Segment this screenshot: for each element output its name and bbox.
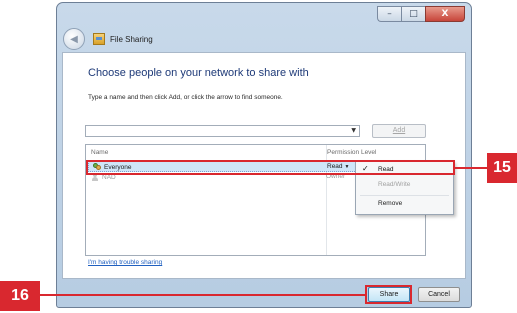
minimize-button[interactable]: –: [377, 6, 401, 22]
menu-item-remove[interactable]: Remove: [356, 198, 453, 211]
callout-15-badge: 15: [487, 153, 517, 183]
callout-15-highlight: [86, 160, 455, 175]
callout-15-leader: [455, 167, 487, 169]
trouble-sharing-link[interactable]: I'm having trouble sharing: [88, 259, 162, 266]
title-bar: ◀ File Sharing: [63, 27, 153, 51]
back-button[interactable]: ◀: [63, 28, 85, 50]
back-arrow-icon: ◀: [70, 33, 78, 45]
cancel-button[interactable]: Cancel: [418, 287, 460, 302]
close-button[interactable]: X: [425, 6, 465, 22]
callout-16-leader: [40, 294, 365, 296]
column-header-name[interactable]: Name: [91, 149, 108, 156]
dialog-heading: Choose people on your network to share w…: [88, 67, 309, 79]
menu-separator: [360, 195, 449, 196]
menu-item-read-write: Read/Write: [378, 181, 411, 188]
column-header-permission[interactable]: Permission Level: [327, 149, 377, 156]
dropdown-arrow-icon[interactable]: ▼: [351, 127, 356, 134]
name-combobox[interactable]: ▼: [85, 125, 360, 137]
add-button[interactable]: Add: [372, 124, 426, 138]
instruction-text: Type a name and then click Add, or click…: [88, 94, 283, 101]
callout-16-highlight: [365, 285, 412, 304]
window-controls: – □ X: [377, 6, 465, 22]
window-title: File Sharing: [110, 34, 153, 44]
maximize-button[interactable]: □: [401, 6, 425, 22]
file-sharing-icon: [93, 33, 105, 45]
callout-16-badge: 16: [0, 281, 40, 311]
